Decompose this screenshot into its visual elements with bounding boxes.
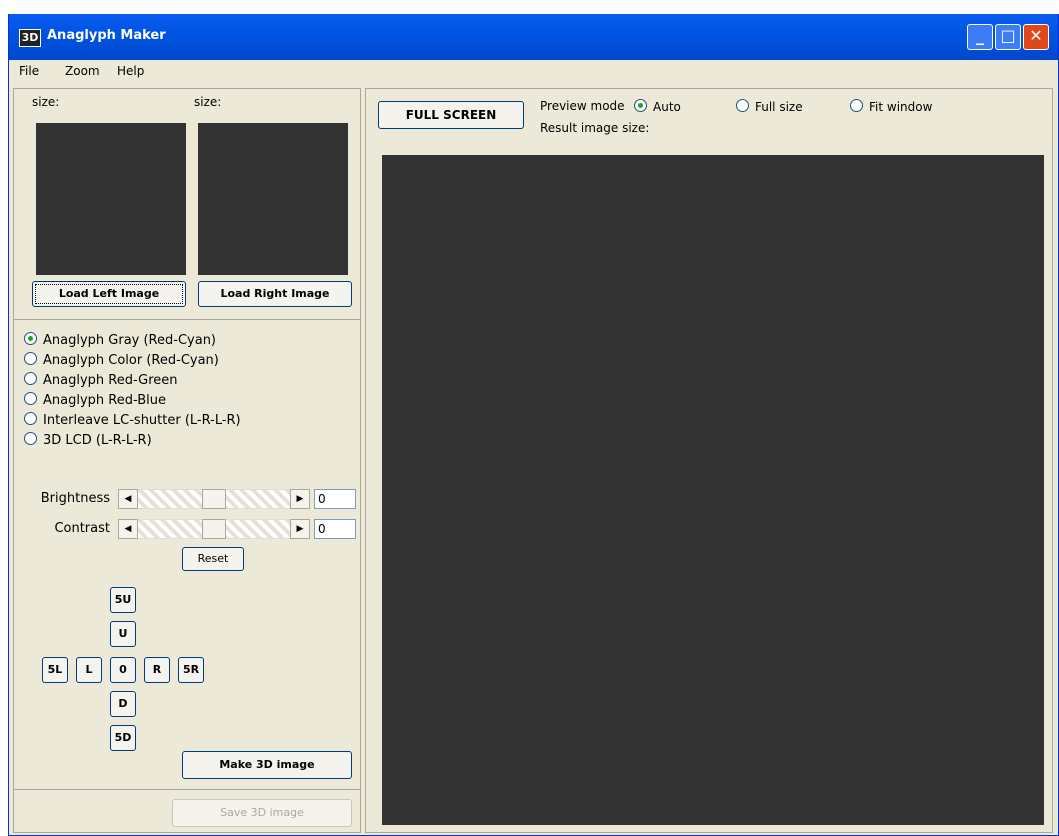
brightness-value-field[interactable]: 0 [314,489,356,509]
mode-label: Anaglyph Color (Red-Cyan) [43,353,219,368]
left-panel: size: size: Load Left Image Load Right I… [13,88,361,833]
contrast-thumb[interactable] [202,519,226,539]
divider [14,789,360,790]
preview-mode-label: Preview mode [540,99,625,113]
save-3d-image-button[interactable]: Save 3D image [172,799,352,827]
preview-option-label: Auto [653,100,681,114]
move-up-1-button[interactable]: U [110,621,136,647]
close-button[interactable]: ✕ [1023,24,1049,50]
radio-icon[interactable] [24,392,37,405]
menu-zoom[interactable]: Zoom [65,64,100,78]
reset-offset-button[interactable]: 0 [110,657,136,683]
move-left-5-button[interactable]: 5L [42,657,68,683]
contrast-left-arrow-icon[interactable]: ◀ [118,519,138,539]
brightness-label: Brightness [40,491,110,506]
radio-icon[interactable] [24,412,37,425]
right-size-label: size: [194,95,222,109]
contrast-value-field[interactable]: 0 [314,519,356,539]
preview-option-label: Full size [755,100,803,114]
load-right-image-button[interactable]: Load Right Image [198,281,352,307]
maximize-button[interactable]: □ [995,24,1021,50]
mode-label: Anaglyph Gray (Red-Cyan) [43,333,216,348]
left-size-label: size: [32,95,60,109]
window-title: Anaglyph Maker [47,28,166,43]
contrast-label: Contrast [54,521,110,536]
load-left-image-button[interactable]: Load Left Image [32,281,186,307]
mode-option[interactable]: 3D LCD (L-R-L-R) [24,432,152,450]
contrast-slider[interactable] [138,519,290,539]
move-right-1-button[interactable]: R [144,657,170,683]
brightness-left-arrow-icon[interactable]: ◀ [118,489,138,509]
radio-icon[interactable] [24,352,37,365]
mode-label: 3D LCD (L-R-L-R) [43,433,152,448]
app-window: 3D Anaglyph Maker _ □ ✕ File Zoom Help s… [8,14,1059,836]
right-image-preview [198,123,348,275]
menu-help[interactable]: Help [117,64,144,78]
menu-bar: File Zoom Help [9,60,1058,84]
move-right-5-button[interactable]: 5R [178,657,204,683]
reset-button[interactable]: Reset [182,547,244,571]
brightness-thumb[interactable] [202,489,226,509]
preview-option-label: Fit window [869,100,933,114]
move-down-5-button[interactable]: 5D [110,725,136,751]
move-left-1-button[interactable]: L [76,657,102,683]
mode-label: Anaglyph Red-Green [43,373,178,388]
mode-option[interactable]: Anaglyph Red-Green [24,372,178,390]
radio-icon[interactable] [634,99,647,112]
radio-icon[interactable] [24,372,37,385]
full-screen-button[interactable]: FULL SCREEN [378,101,524,129]
mode-option[interactable]: Anaglyph Gray (Red-Cyan) [24,332,216,350]
mode-label: Interleave LC-shutter (L-R-L-R) [43,413,241,428]
result-image-area [382,155,1044,825]
result-size-label: Result image size: [540,121,650,135]
preview-option[interactable]: Full size [736,99,803,114]
divider [14,319,360,320]
left-image-preview [36,123,186,275]
preview-option[interactable]: Auto [634,99,681,114]
brightness-slider[interactable] [138,489,290,509]
contrast-right-arrow-icon[interactable]: ▶ [290,519,310,539]
preview-option[interactable]: Fit window [850,99,932,114]
radio-icon[interactable] [850,99,863,112]
mode-option[interactable]: Anaglyph Color (Red-Cyan) [24,352,219,370]
right-panel: FULL SCREEN Preview mode Auto Full size … [365,88,1053,833]
make-3d-image-button[interactable]: Make 3D image [182,751,352,779]
radio-icon[interactable] [24,432,37,445]
minimize-button[interactable]: _ [967,24,993,50]
menu-file[interactable]: File [19,64,39,78]
move-down-1-button[interactable]: D [110,691,136,717]
title-bar[interactable]: 3D Anaglyph Maker _ □ ✕ [9,14,1058,60]
mode-option[interactable]: Anaglyph Red-Blue [24,392,166,410]
app-icon: 3D [19,29,41,47]
mode-option[interactable]: Interleave LC-shutter (L-R-L-R) [24,412,241,430]
move-up-5-button[interactable]: 5U [110,587,136,613]
radio-icon[interactable] [736,99,749,112]
mode-label: Anaglyph Red-Blue [43,393,166,408]
radio-icon[interactable] [24,332,37,345]
brightness-right-arrow-icon[interactable]: ▶ [290,489,310,509]
